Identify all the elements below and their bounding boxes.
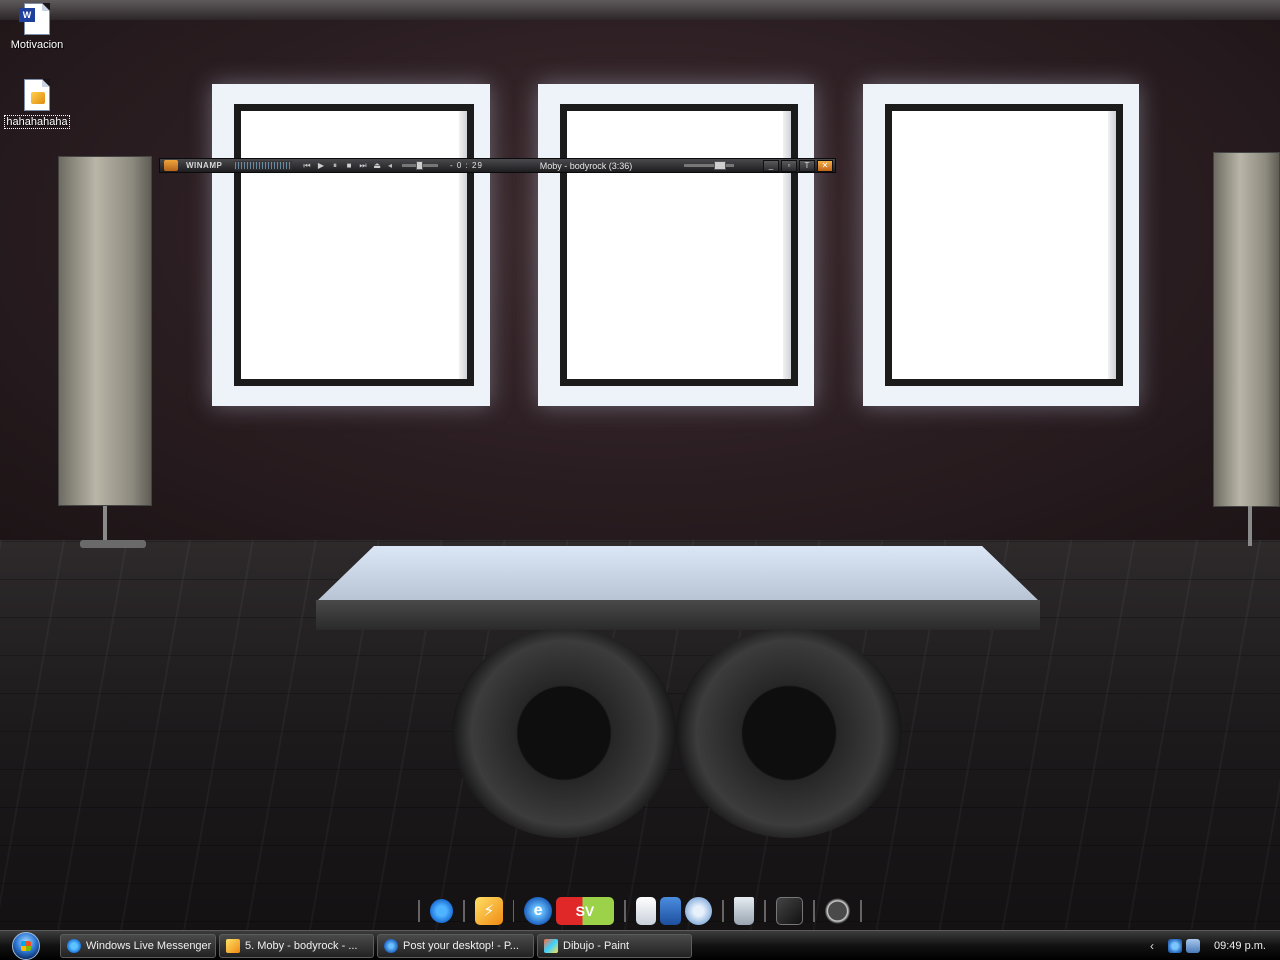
lamp-stand-right <box>1248 506 1252 546</box>
power-icon[interactable] <box>824 898 851 924</box>
taskbar-button-paint[interactable]: Dibujo - Paint <box>537 933 692 958</box>
taskbar-button-label: Dibujo - Paint <box>563 939 630 952</box>
taskbar-button-winamp[interactable]: 5. Moby - bodyrock - ... <box>219 933 374 958</box>
table-top <box>316 546 1040 602</box>
taskbar-button-label: Windows Live Messenger <box>86 939 212 952</box>
table-ring-left <box>452 628 676 838</box>
restore-icon[interactable]: ▫ <box>781 159 797 172</box>
dock-separator <box>624 900 627 922</box>
recycle-bin-icon[interactable] <box>734 897 754 925</box>
folder-icon[interactable] <box>659 897 681 925</box>
pin-icon[interactable]: T <box>799 159 815 172</box>
dock-separator <box>812 900 815 922</box>
taskbar-button-messenger[interactable]: Windows Live Messenger <box>60 933 216 958</box>
sv-app-icon[interactable]: SV <box>555 897 615 925</box>
desktop-icon-motivacion[interactable]: W Motivacion <box>1 3 73 51</box>
taskbar: Windows Live Messenger 5. Moby - bodyroc… <box>0 930 1280 960</box>
windows-logo-icon <box>12 931 40 960</box>
internet-explorer-icon <box>384 938 398 953</box>
messenger-tray-icon[interactable] <box>1168 938 1183 953</box>
lamp-stand-left <box>103 506 107 542</box>
winamp-player[interactable]: WINAMP ⏮ ▶ ⏸ ■ ⏭ ⏏ ◂ - 0 : 29 Moby - bod… <box>159 158 836 173</box>
playback-controls: ⏮ ▶ ⏸ ■ ⏭ ⏏ <box>302 161 382 171</box>
pause-icon[interactable]: ⏸ <box>330 161 340 171</box>
table-ring-right <box>676 628 902 838</box>
next-icon[interactable]: ⏭ <box>358 161 368 171</box>
dock-separator <box>722 900 725 922</box>
taskbar-button-label: 5. Moby - bodyrock - ... <box>245 939 358 952</box>
start-button[interactable] <box>8 931 44 960</box>
sv-app-label: SV <box>575 903 595 919</box>
system-tray: ‹ 09:49 p.m. <box>1150 931 1280 960</box>
winamp-title: WINAMP <box>186 161 223 170</box>
dock-separator <box>463 900 466 922</box>
floor-lamp-right <box>1213 152 1280 507</box>
dock: ⚡ e SV <box>410 894 870 928</box>
network-icon[interactable] <box>1186 938 1201 953</box>
audio-file-icon <box>24 79 50 111</box>
close-icon[interactable]: ✕ <box>817 159 833 172</box>
ceiling <box>0 0 1280 20</box>
seek-slider[interactable] <box>684 161 734 170</box>
volume-icon: ◂ <box>388 161 393 170</box>
room-window-right <box>863 84 1139 406</box>
time-display[interactable]: - 0 : 29 <box>450 161 496 170</box>
taskbar-button-browser[interactable]: Post your desktop! - P... <box>377 933 534 958</box>
dock-separator <box>418 900 420 922</box>
play-icon[interactable]: ▶ <box>316 161 326 171</box>
clock[interactable]: 09:49 p.m. <box>1214 940 1266 952</box>
lamp-base-left <box>80 540 146 548</box>
room-window-left <box>212 84 490 406</box>
msn-icon[interactable] <box>429 899 454 923</box>
winamp-icon <box>226 938 240 953</box>
room-window-center <box>538 84 814 406</box>
app-icon[interactable] <box>775 897 803 925</box>
desktop-icon-label: hahahahaha <box>4 115 70 129</box>
winamp-window-buttons: _ ▫ T ✕ <box>763 159 833 172</box>
visualizer[interactable] <box>234 161 292 170</box>
floor-lamp-left <box>58 156 152 506</box>
song-title[interactable]: Moby - bodyrock (3:36) <box>496 161 676 171</box>
disc-icon[interactable] <box>684 897 713 925</box>
table-edge <box>316 600 1040 630</box>
desktop-icon-hahahahaha[interactable]: hahahahaha <box>1 79 73 129</box>
winamp-icon[interactable]: ⚡ <box>475 897 503 925</box>
internet-explorer-icon[interactable]: e <box>524 897 552 925</box>
chevron-left-icon[interactable]: ‹ <box>1150 939 1162 953</box>
stop-icon[interactable]: ■ <box>344 161 354 171</box>
taskbar-button-label: Post your desktop! - P... <box>403 939 519 952</box>
dock-separator <box>860 900 863 922</box>
minimize-icon[interactable]: _ <box>763 159 779 172</box>
winamp-logo-icon[interactable] <box>164 160 178 171</box>
prev-icon[interactable]: ⏮ <box>302 161 312 171</box>
desktop-icon-label: Motivacion <box>10 39 64 51</box>
dock-separator <box>763 900 766 922</box>
document-icon[interactable] <box>636 897 656 925</box>
volume-slider[interactable] <box>402 161 438 170</box>
desktop-wallpaper <box>0 0 1280 960</box>
msn-icon <box>67 938 81 953</box>
word-document-icon: W <box>19 3 50 35</box>
paint-icon <box>544 938 558 953</box>
dock-separator <box>512 900 515 922</box>
eject-icon[interactable]: ⏏ <box>372 161 382 171</box>
